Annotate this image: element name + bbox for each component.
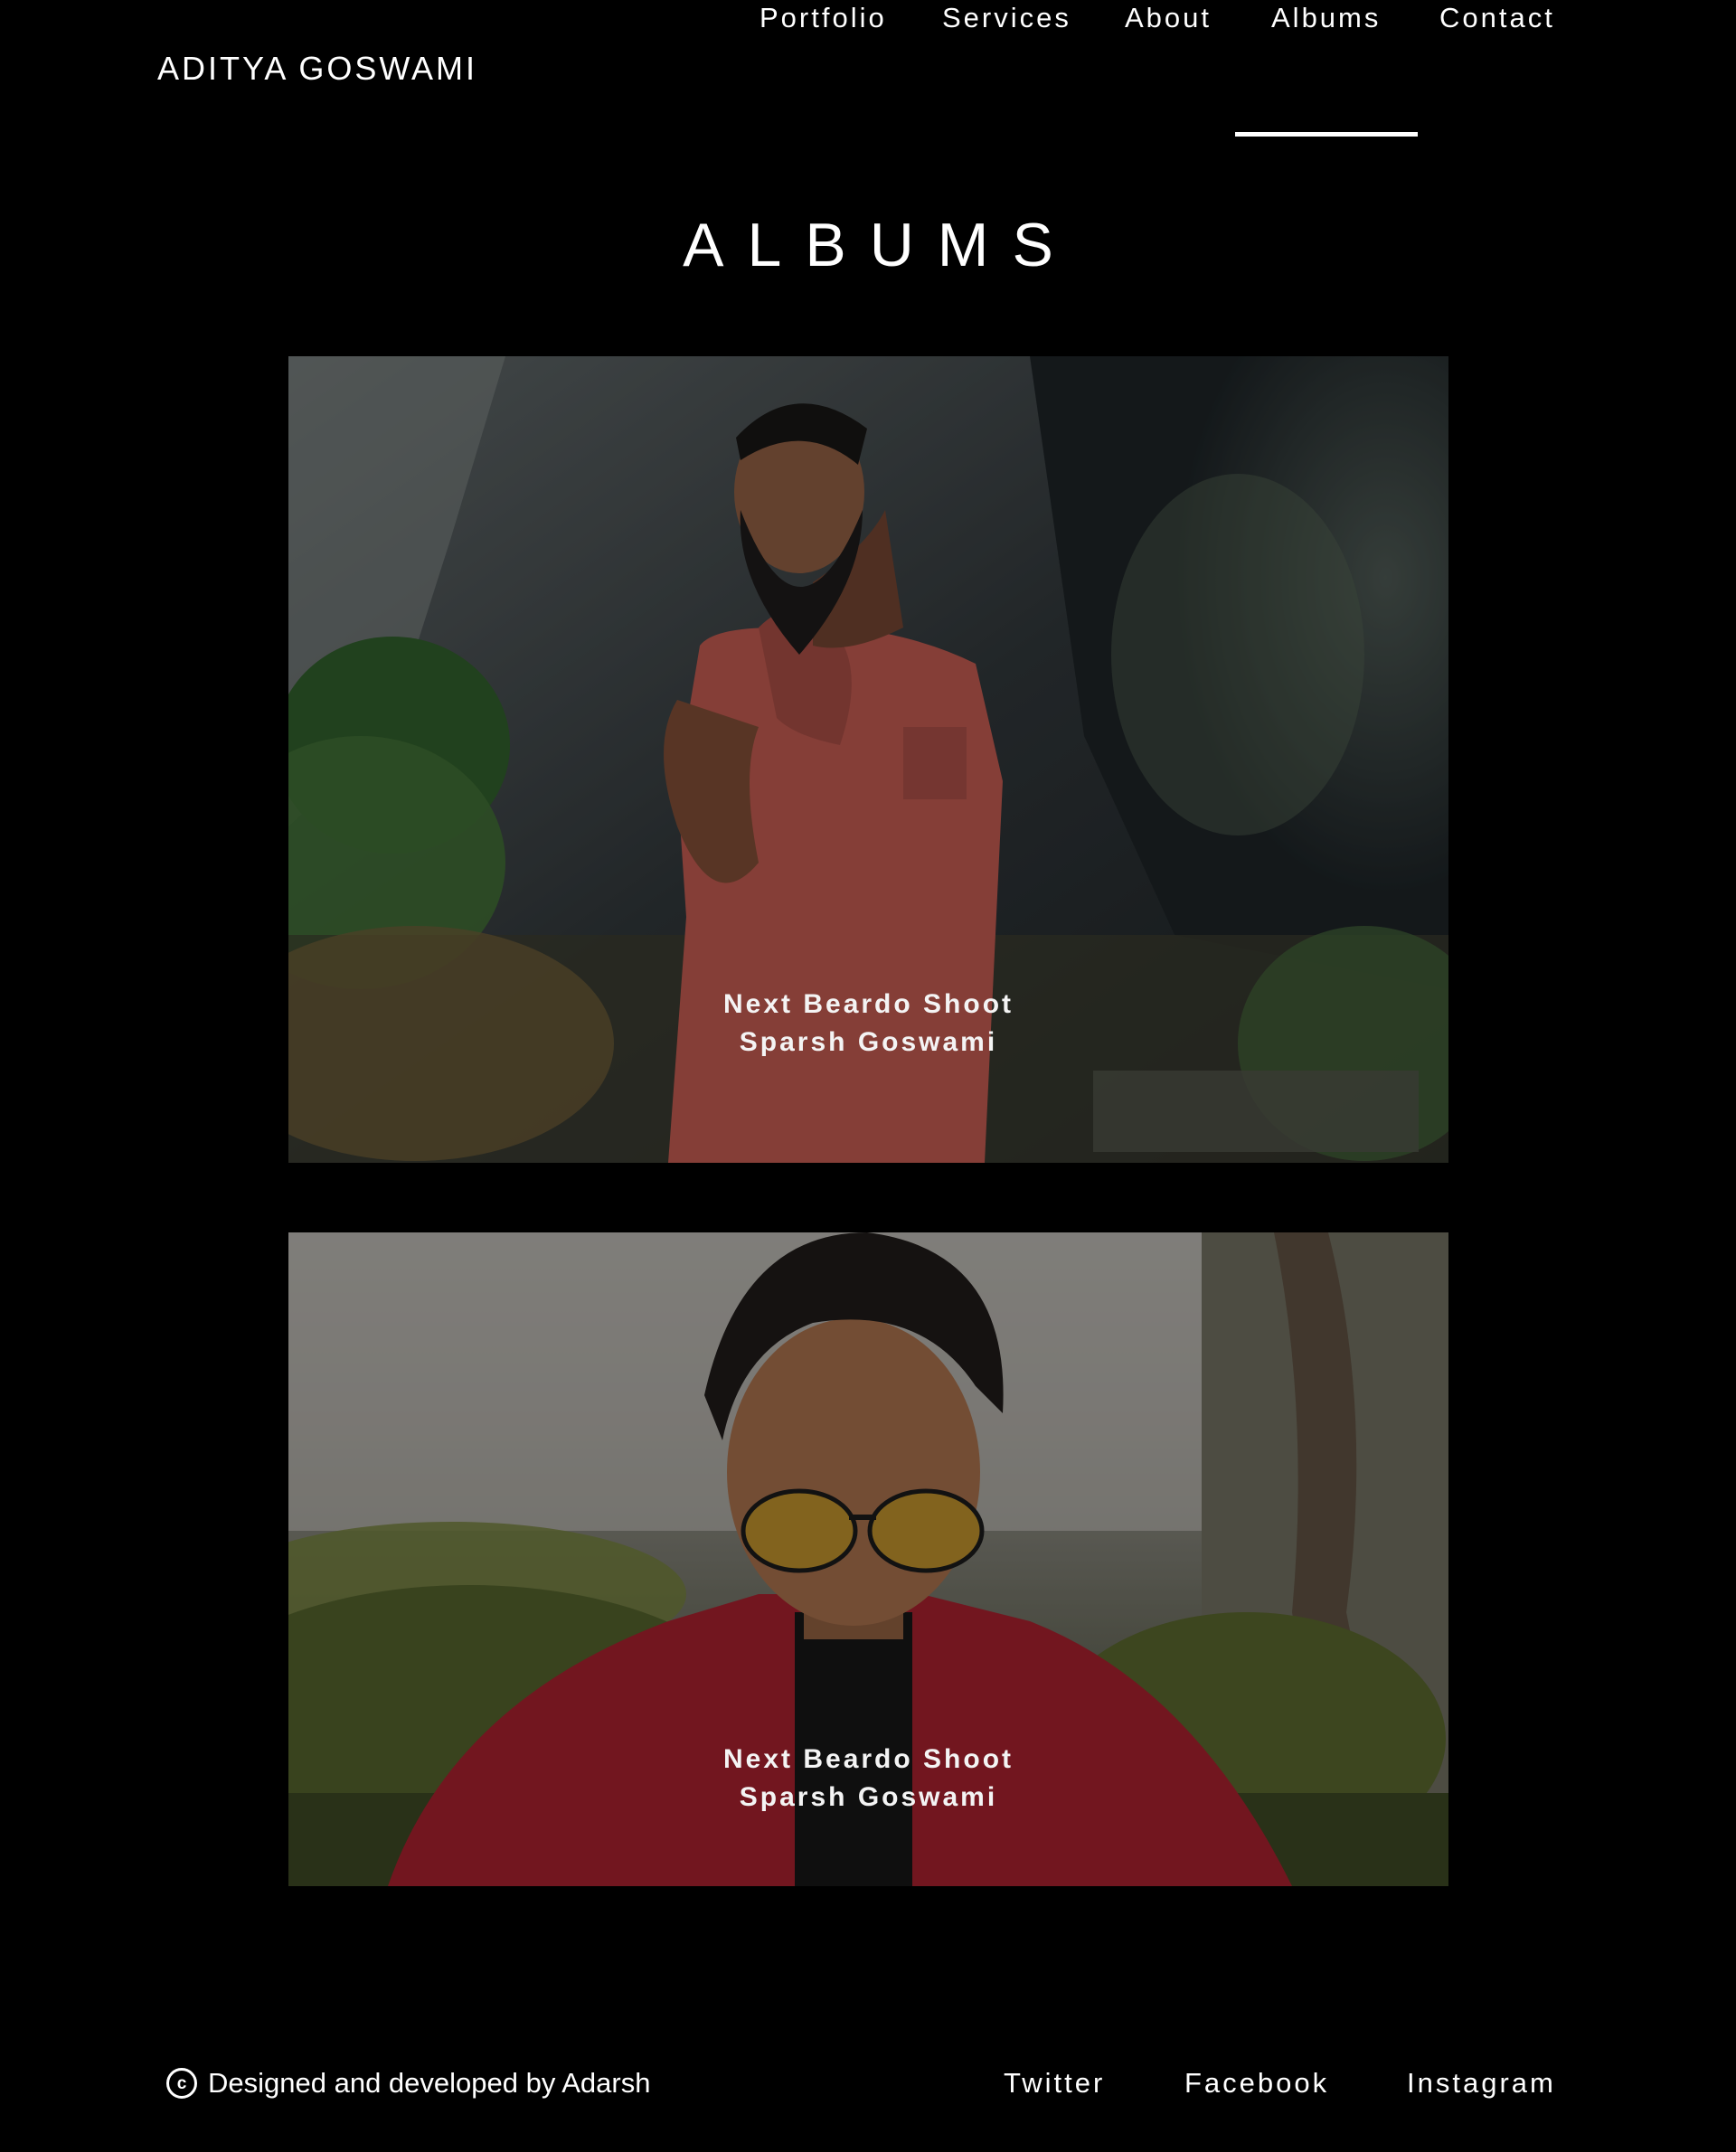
- album-caption: Next Beardo Shoot Sparsh Goswami: [288, 1741, 1448, 1817]
- footer-credit: c Designed and developed by Adarsh: [166, 2065, 650, 2101]
- social-link-facebook[interactable]: Facebook: [1184, 2065, 1329, 2101]
- brand-logo[interactable]: ADITYA GOSWAMI: [157, 47, 477, 90]
- album-caption-title: Next Beardo Shoot: [722, 989, 1014, 1019]
- album-caption-subtitle: Sparsh Goswami: [739, 1027, 998, 1057]
- nav-item-albums[interactable]: Albums: [1271, 0, 1381, 36]
- album-caption-title: Next Beardo Shoot: [722, 1744, 1014, 1774]
- copyright-icon: c: [166, 2068, 197, 2099]
- page-title: ALBUMS: [683, 211, 1077, 279]
- nav-item-portfolio[interactable]: Portfolio: [760, 0, 887, 36]
- album-card[interactable]: Next Beardo Shoot Sparsh Goswami: [288, 356, 1448, 1163]
- album-card[interactable]: Next Beardo Shoot Sparsh Goswami: [288, 1232, 1448, 1886]
- nav-item-contact[interactable]: Contact: [1439, 0, 1555, 36]
- album-caption-subtitle: Sparsh Goswami: [739, 1782, 998, 1812]
- active-nav-indicator: [1235, 132, 1418, 137]
- nav-item-services[interactable]: Services: [942, 0, 1071, 36]
- footer-credit-text: Designed and developed by Adarsh: [208, 2067, 651, 2099]
- nav-item-about[interactable]: About: [1125, 0, 1212, 36]
- social-link-instagram[interactable]: Instagram: [1407, 2065, 1556, 2101]
- social-link-twitter[interactable]: Twitter: [1004, 2065, 1105, 2101]
- album-caption: Next Beardo Shoot Sparsh Goswami: [288, 986, 1448, 1062]
